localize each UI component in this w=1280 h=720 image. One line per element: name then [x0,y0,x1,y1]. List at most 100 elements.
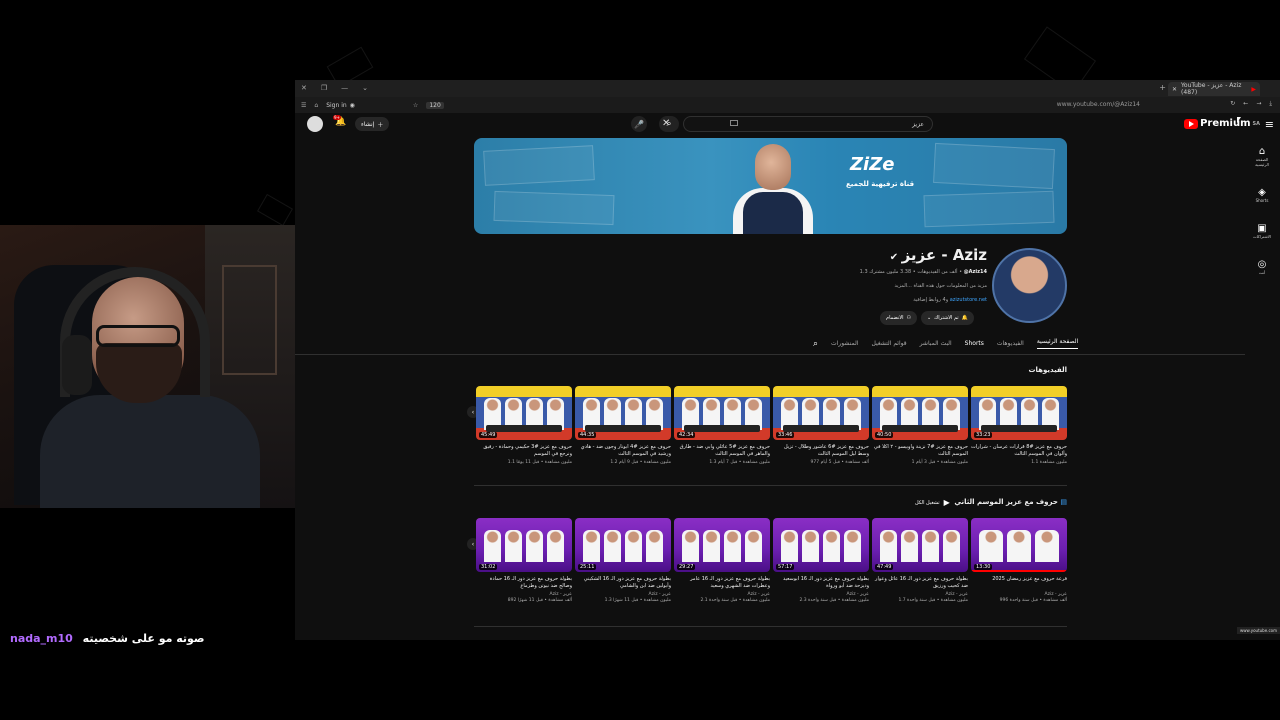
video-card[interactable]: 31:02 بطولة حروف مع عزيز دور الـ 16 حماد… [476,518,572,604]
thumb-figure [604,530,621,562]
shelf-divider [474,626,1067,627]
more-links[interactable]: و4 روابط إضافية [913,297,948,303]
video-thumbnail[interactable]: 44:35 [575,386,671,440]
video-title[interactable]: بطولة حروف مع عزيز دور الـ 16 عامر وعطرا… [674,576,770,590]
downloads-icon[interactable]: ⤓ [1269,100,1272,108]
rail-item-subscriptions[interactable]: ▣ الاشتراكات [1253,223,1271,239]
video-title[interactable]: حروف مع عزيز #7 نزينة وأوبيسو - ٢ أكلا ف… [872,444,968,458]
video-meta: Aziz - عزيز 1.3 مليون مشاهدة • قبل 11 شه… [604,592,671,603]
video-duration: 40:50 [875,432,894,438]
subscribed-button[interactable]: ⌄ تم الاشتراك 🔔 [920,311,974,325]
thumb-figure [505,530,522,562]
logo-region: SA [1252,120,1260,127]
tab-close-icon[interactable]: ✕ [1172,86,1177,93]
forward-icon[interactable]: → [1256,100,1261,108]
rail-item-home[interactable]: ⌂ الصفحة الرئيسية [1250,146,1274,167]
shelf-videos-title[interactable]: الفيديوهات [1029,366,1068,374]
video-card[interactable]: 33:46 حروف مع عزيز #6 عاشور وطلال - تزيل… [773,386,869,466]
channel-description[interactable]: مزيد من المعلومات حول هذه القناة ...المز… [775,283,987,289]
url-field[interactable]: www.youtube.com/@Aziz14 [1057,101,1140,108]
voice-search-button[interactable]: 🎤 [631,116,647,132]
tab-live[interactable]: البث المباشر [920,340,952,347]
close-window-icon[interactable]: ✕ [301,84,307,92]
video-card[interactable]: 42:34 حروف مع عزيز #5 عائلي وابي ضد - طا… [674,386,770,466]
channel-search-icon[interactable]: ⌕ [813,339,818,349]
video-meta: Aziz - عزيز 2.1 مليون مشاهدة • قبل سنة و… [700,592,770,603]
video-title[interactable]: بطولة حروف مع عزيز دور الـ 16 عائل وعوار… [872,576,968,590]
home-icon[interactable]: ⌂ [314,102,318,109]
new-tab-button[interactable]: + [1159,83,1166,92]
search-input[interactable]: ✕ عزيز [662,116,933,132]
video-title[interactable]: حروف مع عزيز #3 حكيمي وحمادة - رفيق ونرج… [476,444,572,458]
channel-avatar[interactable] [992,248,1067,323]
video-thumbnail[interactable]: 33:23 [971,386,1067,440]
logo-text: Premium [1200,118,1251,129]
streamer-glasses [96,325,180,347]
video-title[interactable]: حروف مع عزيز #8 قرارات عرسان - شرارات وأ… [971,444,1067,458]
tab-playlists[interactable]: قوائم التشغيل [872,340,907,347]
video-title[interactable]: بطولة حروف مع عزيز دور الـ 16 أبوسعيد ود… [773,576,869,590]
sidebar-toggle-icon[interactable]: ☰ [301,102,306,109]
tab-videos[interactable]: الفيديوهات [997,340,1024,347]
video-thumbnail[interactable]: 57:17 [773,518,869,572]
video-meta: Aziz - عزيز 892 ألف مشاهدة • قبل 11 شهرً… [507,592,572,603]
create-button[interactable]: إنشاء ＋ [355,117,390,131]
video-title[interactable]: بطولة حروف مع عزيز دور الـ 16 حمادة وصال… [476,576,572,590]
restore-window-icon[interactable]: ❐ [321,84,327,92]
video-card[interactable]: 13:30 فرعة حروف مع عزيز رمضان 2025 Aziz … [971,518,1067,604]
video-thumbnail[interactable]: 13:30 [971,518,1067,572]
play-all-button[interactable]: تشغيل الكل ▶ [915,498,950,507]
browser-tab[interactable]: ✕ YouTube - عزيز - Aziz (487) ▶ [1168,82,1260,96]
tab-list-icon[interactable]: ⌄ [362,84,368,92]
video-thumbnail[interactable]: 33:46 [773,386,869,440]
thumb-caption-bar [981,425,1057,432]
youtube-logo[interactable]: Premium SA [1184,118,1260,129]
minimize-window-icon[interactable]: — [341,84,348,92]
video-duration: 42:34 [677,432,696,438]
clear-search-icon[interactable]: ✕ [662,118,670,129]
banner-paper [933,142,1055,190]
video-duration: 44:35 [578,432,597,438]
channel-link[interactable]: azizutstore.net [950,297,987,303]
video-card[interactable]: 40:50 حروف مع عزيز #7 نزينة وأوبيسو - ٢ … [872,386,968,466]
video-title[interactable]: فرعة حروف مع عزيز رمضان 2025 [971,576,1067,590]
video-card[interactable]: 47:49 بطولة حروف مع عزيز دور الـ 16 عائل… [872,518,968,604]
video-meta: 1.3 مليون مشاهدة • قبل 7 أيام [709,460,770,465]
video-thumbnail[interactable]: 40:50 [872,386,968,440]
video-card[interactable]: 44:35 حروف مع عزيز #4 أبونار وجون ضد - ه… [575,386,671,466]
back-icon[interactable]: ← [1243,100,1248,108]
shelf-playlist-title[interactable]: حروف مع عزيز الموسم الثاني ▤ [954,498,1067,506]
video-thumbnail[interactable]: 42:34 [674,386,770,440]
account-avatar[interactable] [307,116,323,132]
join-button[interactable]: الانضمام ⚇ [880,311,917,325]
video-card[interactable]: 57:17 بطولة حروف مع عزيز دور الـ 16 أبوس… [773,518,869,604]
sign-in-button[interactable]: Sign in ◉ [326,102,355,109]
video-card[interactable]: 33:23 حروف مع عزيز #8 قرارات عرسان - شرا… [971,386,1067,466]
video-card[interactable]: 29:27 بطولة حروف مع عزيز دور الـ 16 عامر… [674,518,770,604]
video-thumbnail[interactable]: 47:49 [872,518,968,572]
bookmark-star-icon[interactable]: ☆ [413,102,418,109]
tab-home[interactable]: الصفحة الرئيسية [1036,338,1079,349]
keyboard-icon[interactable] [730,120,738,126]
video-card[interactable]: 45:49 حروف مع عزيز #3 حكيمي وحمادة - رفي… [476,386,572,466]
video-card[interactable]: 25:11 بطولة حروف مع عزيز دور الـ 16 الشك… [575,518,671,604]
video-title[interactable]: حروف مع عزيز #5 عائلي وابي ضد - طارق وال… [674,444,770,458]
home-icon: ⌂ [1258,146,1266,157]
rail-item-shorts[interactable]: ◈ Shorts [1256,187,1269,203]
reload-icon[interactable]: ↻ [1230,100,1235,108]
video-thumbnail[interactable]: 45:49 [476,386,572,440]
video-title[interactable]: حروف مع عزيز #4 أبونار وجون ضد - هادي ور… [575,444,671,458]
tab-shorts[interactable]: Shorts [965,340,984,347]
guide-menu-icon[interactable]: ≡ [1265,118,1274,131]
tab-posts[interactable]: المنشورات [831,340,858,347]
video-thumbnail[interactable]: 25:11 [575,518,671,572]
video-title[interactable]: حروف مع عزيز #6 عاشور وطلال - تزيل وسط ل… [773,444,869,458]
video-duration: 29:27 [677,564,696,570]
video-thumbnail[interactable]: 29:27 [674,518,770,572]
subscriber-count: 3.38 مليون مشترك [869,269,912,275]
video-title[interactable]: بطولة حروف مع عزيز دور الـ 16 الشكيني وأ… [575,576,671,590]
extension-badge[interactable]: 120 [426,101,444,109]
banner-brand: ZiZe [850,154,895,175]
rail-item-you[interactable]: ◎ أنت [1258,259,1267,275]
video-thumbnail[interactable]: 31:02 [476,518,572,572]
